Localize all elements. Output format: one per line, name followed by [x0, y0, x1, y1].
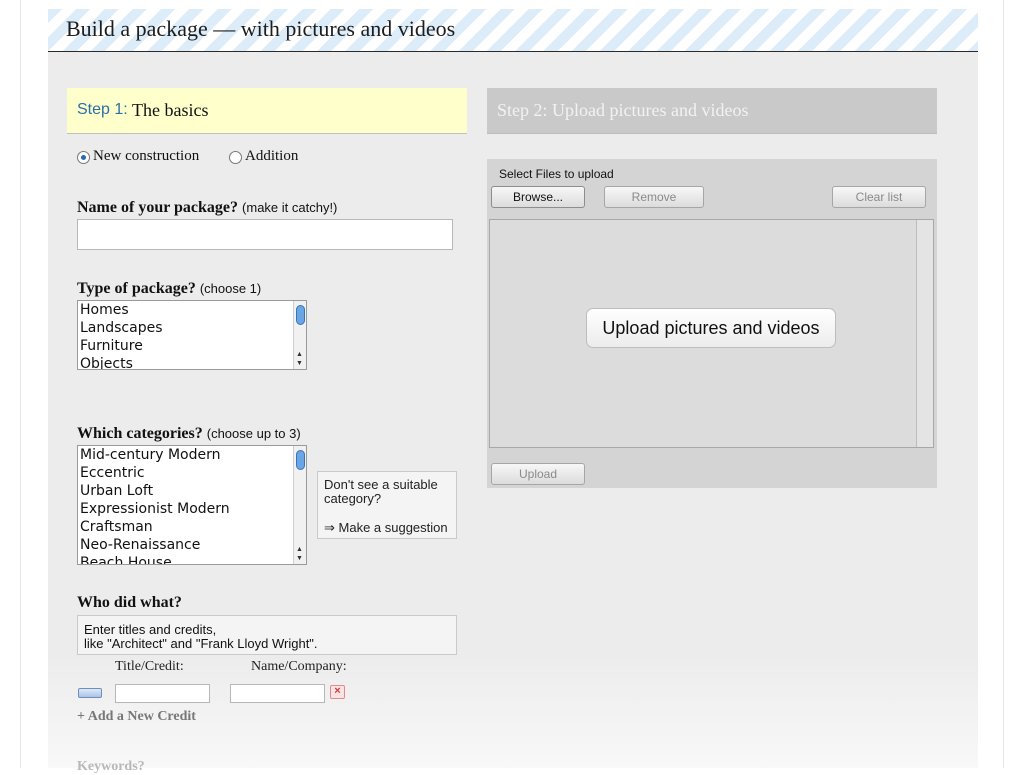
file-drop-area[interactable]: Upload pictures and videos: [489, 219, 934, 448]
addition-radio[interactable]: [229, 151, 242, 164]
package-type-scrollbar[interactable]: ▲ ▼: [293, 301, 306, 369]
browse-button[interactable]: Browse...: [491, 186, 585, 208]
page-border-right: [1003, 0, 1004, 768]
select-files-label: Select Files to upload: [499, 167, 614, 181]
credits-label: Who did what?: [77, 594, 182, 611]
page-banner: Build a package — with pictures and vide…: [48, 9, 978, 52]
new-construction-label[interactable]: New construction: [93, 148, 199, 165]
title-credit-column-label: Title/Credit:: [115, 659, 184, 674]
clear-list-button[interactable]: Clear list: [832, 186, 926, 208]
category-suggestion-box: Don't see a suitable category? ⇒ Make a …: [317, 471, 457, 539]
scroll-up-arrow-icon[interactable]: ▲: [296, 351, 303, 359]
scroll-down-arrow-icon[interactable]: ▼: [296, 360, 303, 368]
scroll-up-arrow-icon[interactable]: ▲: [296, 546, 303, 554]
suggestion-text: Don't see a suitable category?: [324, 477, 438, 506]
scroll-down-arrow-icon[interactable]: ▼: [296, 555, 303, 563]
package-name-label: Name of your package? (make it catchy!): [77, 199, 337, 217]
package-name-question: Name of your package?: [77, 199, 239, 216]
package-type-listbox[interactable]: Homes Landscapes Furniture Objects ▲ ▼: [77, 300, 307, 370]
name-company-column-label: Name/Company:: [251, 659, 347, 674]
step2-title: Step 2: Upload pictures and videos: [497, 100, 749, 120]
category-option[interactable]: Neo-Renaissance: [78, 536, 294, 554]
package-type-label: Type of package? (choose 1): [77, 280, 261, 298]
addition-label[interactable]: Addition: [245, 148, 298, 165]
page-border-left: [20, 0, 21, 768]
package-type-hint: (choose 1): [199, 281, 262, 296]
package-type-options: Homes Landscapes Furniture Objects: [78, 301, 294, 369]
make-suggestion-link[interactable]: ⇒ Make a suggestion: [324, 520, 448, 536]
categories-question: Which categories?: [77, 425, 203, 442]
categories-scrollbar[interactable]: ▲ ▼: [293, 446, 306, 564]
credit-name-input[interactable]: [230, 684, 325, 703]
upload-button[interactable]: Upload: [491, 463, 585, 485]
categories-options: Mid-century Modern Eccentric Urban Loft …: [78, 446, 294, 564]
keywords-label: Keywords?: [77, 759, 145, 774]
step2-header: Step 2: Upload pictures and videos: [487, 88, 937, 134]
categories-listbox[interactable]: Mid-century Modern Eccentric Urban Loft …: [77, 445, 307, 565]
remove-credit-icon[interactable]: ×: [330, 685, 345, 699]
package-type-option[interactable]: Objects: [78, 355, 294, 369]
package-name-hint: (make it catchy!): [242, 200, 338, 215]
category-option[interactable]: Urban Loft: [78, 482, 294, 500]
scrollbar-thumb[interactable]: [296, 305, 305, 325]
package-type-question: Type of package?: [77, 280, 196, 297]
drag-handle-icon[interactable]: [78, 688, 102, 698]
upload-pictures-button[interactable]: Upload pictures and videos: [586, 308, 836, 348]
file-uploader: Select Files to upload Browse... Remove …: [487, 159, 937, 488]
package-type-option[interactable]: Homes: [78, 301, 294, 319]
remove-button[interactable]: Remove: [604, 186, 704, 208]
new-construction-radio[interactable]: [77, 151, 90, 164]
add-credit-link[interactable]: + Add a New Credit: [77, 709, 196, 725]
scrollbar-thumb[interactable]: [296, 450, 305, 470]
category-option[interactable]: Eccentric: [78, 464, 294, 482]
categories-label: Which categories? (choose up to 3): [77, 425, 301, 443]
credits-info-line1: Enter titles and credits,: [84, 622, 217, 637]
credit-title-input[interactable]: [115, 684, 210, 703]
category-option[interactable]: Beach House: [78, 554, 294, 564]
step1-number: Step 1:: [77, 101, 128, 118]
category-option[interactable]: Expressionist Modern: [78, 500, 294, 518]
categories-hint: (choose up to 3): [206, 426, 301, 441]
page-title: Build a package — with pictures and vide…: [66, 16, 456, 41]
category-option[interactable]: Craftsman: [78, 518, 294, 536]
package-name-input[interactable]: [77, 219, 453, 250]
package-type-option[interactable]: Landscapes: [78, 319, 294, 337]
credits-info-line2: like "Architect" and "Frank Lloyd Wright…: [84, 636, 318, 651]
credits-info-box: Enter titles and credits, like "Architec…: [77, 615, 457, 655]
step1-title: The basics: [132, 100, 209, 120]
step1-header: Step 1: The basics: [67, 88, 467, 134]
file-list-scrollbar[interactable]: [916, 220, 933, 447]
package-type-option[interactable]: Furniture: [78, 337, 294, 355]
category-option[interactable]: Mid-century Modern: [78, 446, 294, 464]
